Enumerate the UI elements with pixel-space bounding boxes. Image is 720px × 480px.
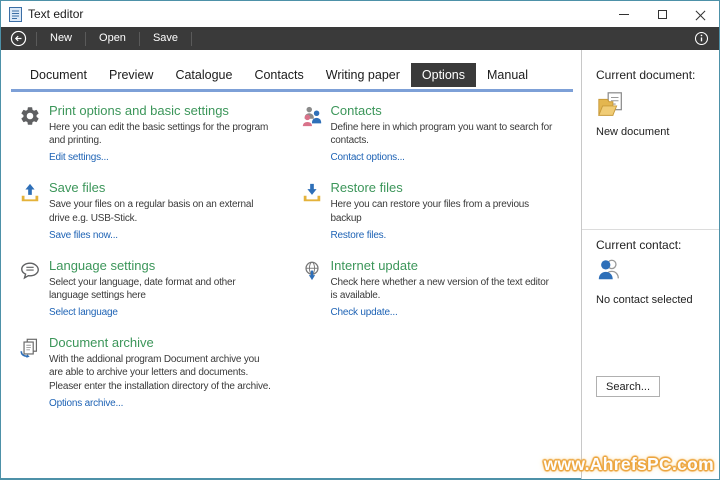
- person-icon: [596, 257, 622, 288]
- save-upload-icon: [19, 180, 49, 242]
- save-button[interactable]: Save: [140, 27, 191, 50]
- title-bar: Text editor: [1, 1, 719, 27]
- save-files-now-link[interactable]: Save files now...: [49, 230, 118, 241]
- window-controls: [605, 1, 719, 27]
- section-restore-files: Restore files Here you can restore your …: [301, 180, 582, 242]
- select-language-link[interactable]: Select language: [49, 307, 118, 318]
- section-print-options: Print options and basic settings Here yo…: [19, 103, 301, 165]
- section-description: Define here in which program you want to…: [330, 122, 553, 147]
- back-button[interactable]: [1, 30, 36, 47]
- window-title: Text editor: [28, 7, 84, 21]
- gear-icon: [19, 103, 49, 165]
- current-document-label: Current document:: [596, 68, 696, 82]
- sidebar-divider: [582, 229, 719, 230]
- internet-update-icon: [301, 258, 331, 320]
- options-column-left: Print options and basic settings Here yo…: [19, 103, 301, 426]
- main-area: Document Preview Catalogue Contacts Writ…: [1, 50, 719, 479]
- watermark: www.AhrefsPC.com: [543, 454, 714, 474]
- tab-options[interactable]: Options: [410, 63, 476, 87]
- folder-document-icon: [596, 90, 626, 125]
- status-sidebar: Current document: New document Current c…: [581, 50, 719, 479]
- options-grid: Print options and basic settings Here yo…: [1, 92, 581, 426]
- contacts-icon: [301, 103, 331, 165]
- options-column-right: Contacts Define here in which program yo…: [301, 103, 582, 426]
- current-document-name: New document: [596, 126, 670, 138]
- section-title: Save files: [49, 180, 106, 196]
- app-document-icon: [9, 6, 22, 22]
- language-bubble-icon: [19, 258, 49, 320]
- section-language-settings: Language settings Select your language, …: [19, 258, 301, 320]
- tab-writing-paper[interactable]: Writing paper: [315, 63, 411, 87]
- section-title: Restore files: [330, 180, 403, 196]
- section-description: Check here whether a new version of the …: [330, 276, 549, 301]
- toolbar-separator: [191, 31, 193, 46]
- section-description: Select your language, date format and ot…: [49, 276, 236, 301]
- tab-manual[interactable]: Manual: [476, 63, 539, 87]
- section-description: Here you can restore your files from a p…: [330, 199, 530, 224]
- section-description: With the addional program Document archi…: [49, 354, 271, 392]
- info-icon[interactable]: [684, 31, 719, 46]
- restore-download-icon: [301, 180, 331, 242]
- section-title: Language settings: [49, 257, 156, 273]
- contact-options-link[interactable]: Contact options...: [331, 152, 405, 163]
- section-contacts: Contacts Define here in which program yo…: [301, 103, 582, 165]
- section-internet-update: Internet update Check here whether a new…: [301, 258, 582, 320]
- tab-bar: Document Preview Catalogue Contacts Writ…: [19, 63, 581, 87]
- search-button[interactable]: Search...: [596, 376, 660, 397]
- tab-catalogue[interactable]: Catalogue: [164, 63, 243, 87]
- section-save-files: Save files Save your files on a regular …: [19, 180, 301, 242]
- section-document-archive: Document archive With the addional progr…: [19, 335, 301, 411]
- close-button[interactable]: [681, 1, 719, 27]
- check-update-link[interactable]: Check update...: [331, 307, 398, 318]
- edit-settings-link[interactable]: Edit settings...: [49, 152, 109, 163]
- tab-contacts[interactable]: Contacts: [243, 63, 314, 87]
- new-button[interactable]: New: [37, 27, 85, 50]
- section-description: Save your files on a regular basis on an…: [49, 199, 254, 224]
- app-window: Text editor New Open Save Document Previ…: [0, 0, 720, 480]
- contact-status: No contact selected: [596, 294, 693, 306]
- current-contact-label: Current contact:: [596, 238, 682, 252]
- options-page: Document Preview Catalogue Contacts Writ…: [1, 50, 581, 479]
- maximize-button[interactable]: [643, 1, 681, 27]
- section-title: Print options and basic settings: [49, 103, 229, 118]
- document-archive-icon: [19, 335, 49, 411]
- section-title: Document archive: [49, 335, 154, 351]
- options-archive-link[interactable]: Options archive...: [49, 398, 123, 409]
- tab-preview[interactable]: Preview: [98, 63, 164, 87]
- open-button[interactable]: Open: [86, 27, 139, 50]
- section-title: Internet update: [330, 257, 418, 273]
- section-description: Here you can edit the basic settings for…: [49, 122, 269, 147]
- restore-files-link[interactable]: Restore files.: [331, 230, 387, 241]
- section-title: Contacts: [330, 103, 382, 118]
- tab-document[interactable]: Document: [19, 63, 98, 87]
- minimize-button[interactable]: [605, 1, 643, 27]
- toolbar: New Open Save: [1, 27, 719, 50]
